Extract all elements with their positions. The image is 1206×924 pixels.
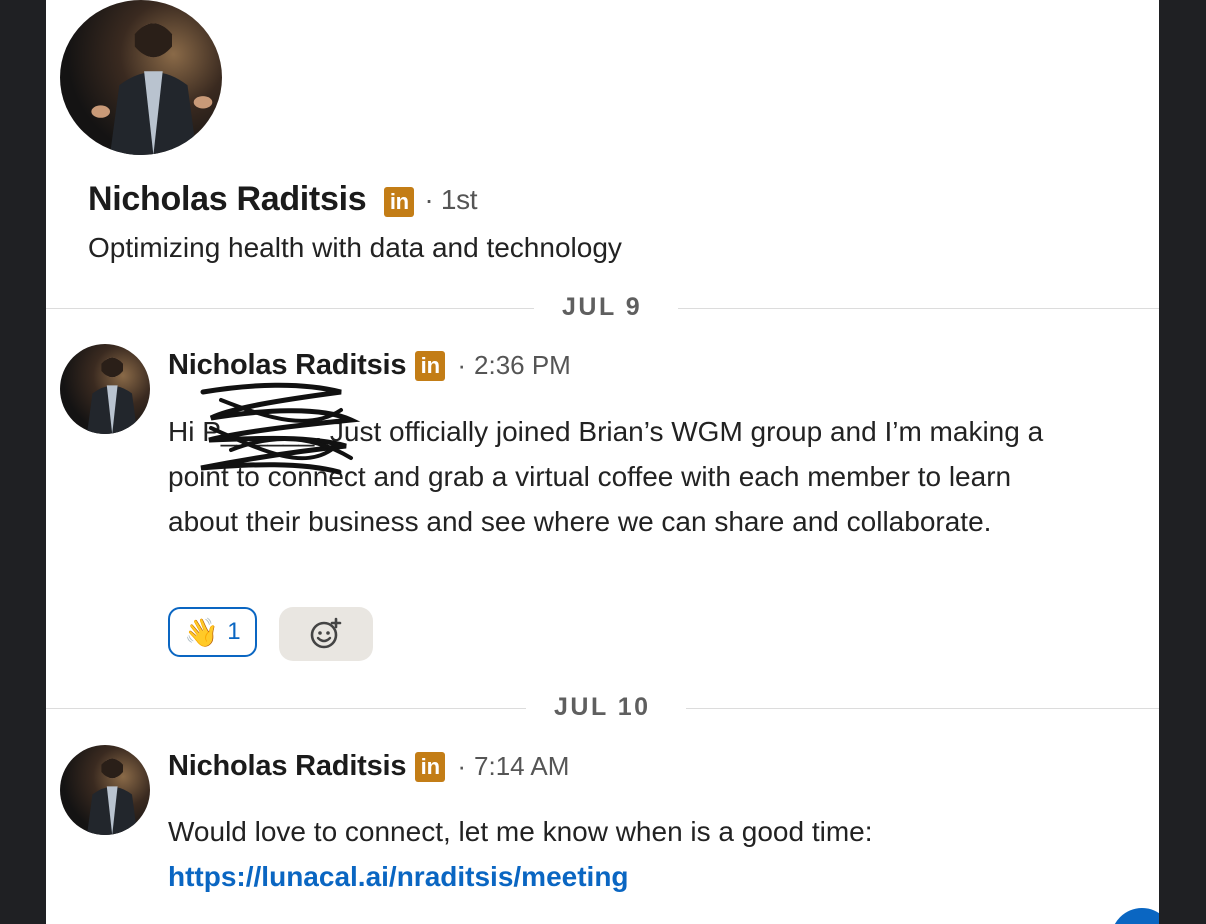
connection-degree: · 1st <box>424 183 478 215</box>
separator-dot: · <box>457 350 467 380</box>
reaction-wave[interactable]: 👋 1 <box>168 607 257 657</box>
message-header: Nicholas Raditsis in · 2:36 PM <box>168 349 571 382</box>
message-header: Nicholas Raditsis in · 7:14 AM <box>168 750 569 783</box>
meeting-link[interactable]: https://lunacal.ai/nraditsis/meeting <box>168 861 629 892</box>
message-text: Would love to connect, let me know when … <box>168 809 1048 899</box>
sender-avatar[interactable] <box>60 344 150 434</box>
date-label: JUL 10 <box>554 693 651 721</box>
linkedin-icon: in <box>415 350 446 381</box>
date-separator: JUL 10 <box>46 693 1159 723</box>
profile-headline: Optimizing health with data and technolo… <box>88 232 622 263</box>
sender-name[interactable]: Nicholas Raditsis <box>168 750 407 783</box>
message-text-prefix: Would love to connect, let me know when … <box>168 816 873 847</box>
redaction-scribble <box>200 382 361 475</box>
message-time: 7:14 AM <box>474 751 570 781</box>
linkedin-icon: in <box>384 186 415 217</box>
profile-name[interactable]: Nicholas Raditsis <box>88 180 367 219</box>
add-reaction-button[interactable] <box>279 607 373 661</box>
sender-avatar[interactable] <box>60 745 150 835</box>
smiley-plus-icon <box>310 617 342 649</box>
header-name-row: Nicholas Raditsis in · 1st <box>88 180 478 219</box>
sender-name[interactable]: Nicholas Raditsis <box>168 349 407 382</box>
compose-icon[interactable] <box>1111 908 1159 924</box>
separator-dot: · <box>457 751 467 781</box>
header-avatar[interactable] <box>60 0 222 155</box>
date-separator: JUL 9 <box>46 293 1159 323</box>
linkedin-icon: in <box>415 751 446 782</box>
reaction-count: 1 <box>227 618 241 645</box>
wave-emoji: 👋 <box>184 616 220 648</box>
message-time: 2:36 PM <box>474 350 571 380</box>
date-label: JUL 9 <box>562 293 643 321</box>
conversation-panel: Nicholas Raditsis in · 1st Optimizing he… <box>46 0 1159 924</box>
